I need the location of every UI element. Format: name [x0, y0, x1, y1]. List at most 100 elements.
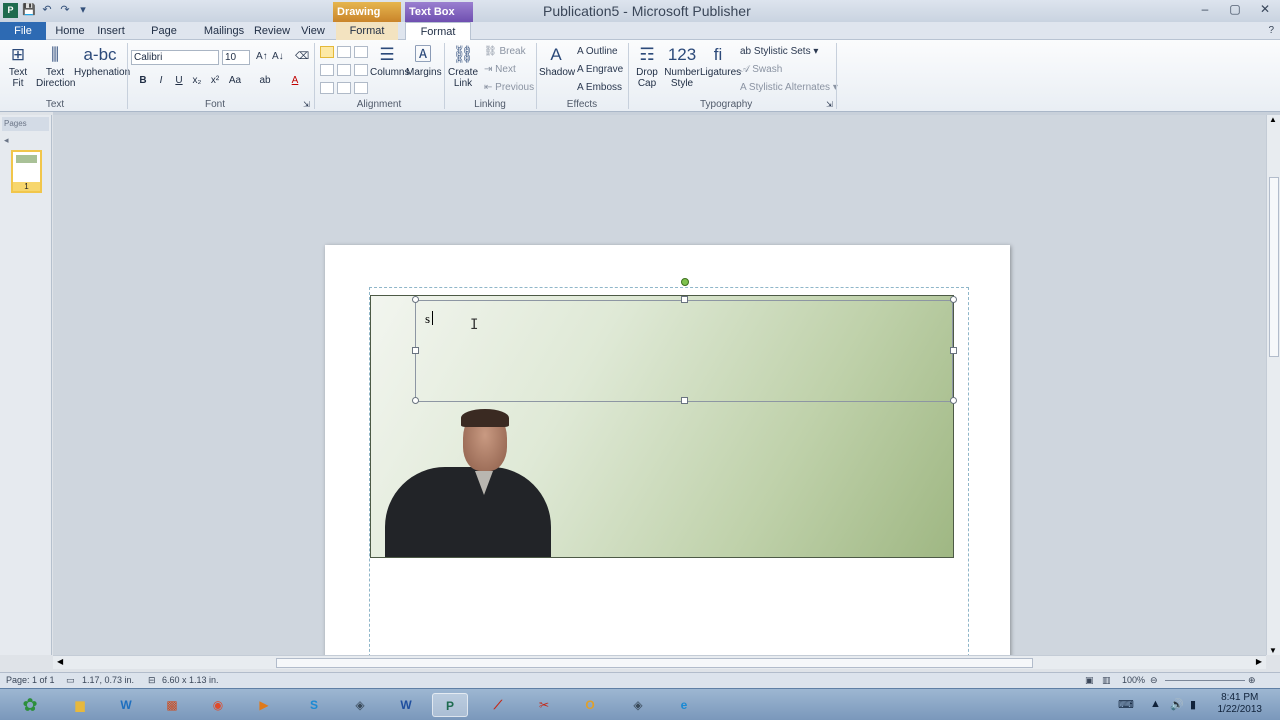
align-middle-center-button[interactable] [337, 64, 351, 76]
create-link-button[interactable]: ⛓ Create Link [448, 45, 478, 89]
pdf-tool-icon[interactable]: ⟋ [480, 693, 516, 717]
bold-button[interactable]: B [136, 74, 150, 88]
swash-button[interactable]: 𝒜 Swash [740, 64, 782, 75]
text-box[interactable]: s [415, 300, 953, 402]
help-icon[interactable]: ? [1268, 25, 1274, 36]
tab-file[interactable]: File [0, 22, 46, 40]
align-top-right-button[interactable] [354, 46, 368, 58]
scroll-right-icon[interactable]: ▶ [1256, 657, 1262, 666]
subscript-button[interactable]: x₂ [190, 74, 204, 88]
scroll-up-icon[interactable]: ▲ [1269, 115, 1277, 124]
text-fit-button[interactable]: ⊞ Text Fit [4, 45, 32, 89]
tab-insert[interactable]: Insert [94, 22, 128, 40]
volume-icon[interactable]: 🔊 [1170, 698, 1184, 711]
resize-handle-bottom-right[interactable] [950, 397, 957, 404]
columns-button[interactable]: ☰ Columns [370, 45, 409, 78]
keyboard-icon[interactable]: ⌨ [1118, 698, 1134, 711]
tab-text-box-format[interactable]: Format [405, 22, 471, 40]
publisher-taskbar-icon[interactable]: P [432, 693, 468, 717]
clear-formatting-icon[interactable]: ⌫ [295, 51, 309, 62]
outline-button[interactable]: A Outline [577, 46, 618, 57]
tab-home[interactable]: Home [52, 22, 88, 40]
windows-live-writer-icon[interactable]: W [108, 693, 144, 717]
tab-drawing-format[interactable]: Format [336, 22, 398, 40]
previous-link-button[interactable]: ⇤ Previous [484, 82, 534, 93]
vertical-scrollbar[interactable]: ▲ ▼ [1266, 115, 1280, 655]
align-bottom-right-button[interactable] [354, 82, 368, 94]
ligatures-button[interactable]: ﬁ Ligatures [700, 45, 741, 78]
margins-button[interactable]: 🄰 Margins [406, 45, 442, 78]
zoom-in-icon[interactable]: ⊕ [1248, 675, 1256, 686]
resize-handle-right[interactable] [950, 347, 957, 354]
word-icon[interactable]: W [388, 693, 424, 717]
stylistic-sets-button[interactable]: ab Stylistic Sets ▾ [740, 46, 818, 57]
font-color-button[interactable]: A [288, 74, 302, 88]
nav-pane-header[interactable]: Pages [2, 117, 49, 131]
align-bottom-center-button[interactable] [337, 82, 351, 94]
resize-handle-bottom-left[interactable] [412, 397, 419, 404]
hyphenation-button[interactable]: a-bc Hyphenation [74, 45, 130, 78]
vertical-scroll-thumb[interactable] [1269, 177, 1279, 357]
typography-dialog-launcher-icon[interactable]: ⇲ [826, 100, 833, 109]
customize-qat-icon[interactable]: ▾ [76, 3, 90, 17]
page-indicator[interactable]: Page: 1 of 1 [6, 675, 55, 685]
zoom-slider[interactable] [1165, 680, 1245, 681]
engrave-button[interactable]: A Engrave [577, 64, 623, 75]
internet-explorer-icon[interactable]: e [666, 693, 702, 717]
drop-cap-button[interactable]: ☶ Drop Cap [632, 45, 662, 89]
break-link-button[interactable]: ⛓ Break [484, 46, 526, 57]
grow-font-icon[interactable]: A↑ [256, 51, 268, 62]
align-middle-right-button[interactable] [354, 64, 368, 76]
text-box-content[interactable]: s [425, 311, 430, 327]
resize-handle-left[interactable] [412, 347, 419, 354]
shrink-font-icon[interactable]: A↓ [272, 51, 284, 62]
resize-handle-bottom[interactable] [681, 397, 688, 404]
shadow-button[interactable]: A Shadow [539, 45, 575, 78]
maximize-button[interactable]: ▢ [1220, 0, 1250, 20]
minimize-button[interactable]: – [1190, 0, 1220, 20]
superscript-button[interactable]: x² [208, 74, 222, 88]
stylistic-alternates-button[interactable]: A Stylistic Alternates ▾ [740, 82, 838, 93]
system-clock[interactable]: 8:41 PM 1/22/2013 [1218, 692, 1263, 716]
font-size-dropdown[interactable]: 10 [222, 50, 250, 65]
font-dialog-launcher-icon[interactable]: ⇲ [303, 100, 310, 109]
zoom-out-icon[interactable]: ⊖ [1150, 675, 1158, 686]
scroll-left-icon[interactable]: ◀ [57, 657, 63, 666]
scroll-down-icon[interactable]: ▼ [1269, 646, 1277, 655]
number-style-button[interactable]: 123 Number Style [664, 45, 700, 89]
publisher-app-icon[interactable]: P [3, 3, 18, 18]
horizontal-scrollbar[interactable]: ◀ ▶ [53, 655, 1266, 669]
collapse-nav-icon[interactable]: ◂ [4, 135, 9, 146]
camtasia-icon[interactable]: ◈ [342, 693, 378, 717]
single-page-view-icon[interactable]: ▣ [1085, 675, 1094, 686]
underline-button[interactable]: U [172, 74, 186, 88]
snipping-tool-icon[interactable]: ✂ [526, 693, 562, 717]
emboss-button[interactable]: A Emboss [577, 82, 622, 93]
recorder-icon[interactable]: ◈ [620, 693, 656, 717]
text-direction-button[interactable]: ⫼ Text Direction [36, 45, 75, 89]
next-link-button[interactable]: ⇥ Next [484, 64, 516, 75]
highlight-button[interactable]: ab [258, 74, 272, 88]
skype-icon[interactable]: S [296, 693, 332, 717]
close-button[interactable]: ✕ [1250, 0, 1280, 20]
show-hidden-icons-icon[interactable]: ▲ [1150, 698, 1161, 710]
align-top-left-button[interactable] [320, 46, 334, 58]
italic-button[interactable]: I [154, 74, 168, 88]
horizontal-scroll-thumb[interactable] [276, 658, 1033, 668]
redo-icon[interactable]: ↷ [58, 3, 72, 17]
zoom-level[interactable]: 100% [1122, 675, 1145, 685]
outlook-icon[interactable]: O [572, 693, 608, 717]
change-case-button[interactable]: Aa [228, 74, 242, 88]
office-icon[interactable]: ▩ [154, 693, 190, 717]
resize-handle-top-right[interactable] [950, 296, 957, 303]
resize-handle-top-left[interactable] [412, 296, 419, 303]
save-icon[interactable]: 💾 [22, 3, 36, 17]
two-page-view-icon[interactable]: ▥ [1102, 675, 1111, 686]
align-middle-left-button[interactable] [320, 64, 334, 76]
tab-page-design[interactable]: Page Design [134, 22, 194, 55]
media-player-icon[interactable]: ▶ [246, 693, 282, 717]
tab-review[interactable]: Review [252, 22, 292, 40]
font-name-dropdown[interactable]: Calibri [131, 50, 219, 65]
tab-view[interactable]: View [298, 22, 328, 40]
file-explorer-icon[interactable]: ▆ [62, 693, 98, 717]
